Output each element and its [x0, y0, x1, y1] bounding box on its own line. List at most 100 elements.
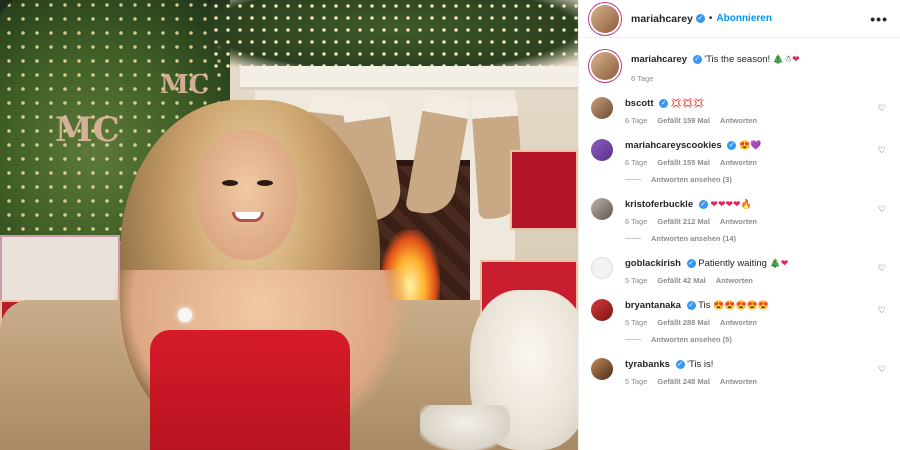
comment-item: mariahcareyscookies ✓ 😍💜 6 Tage Gefällt 1…	[591, 139, 886, 184]
comment-username[interactable]: mariahcareyscookies	[625, 140, 722, 151]
comment-likes[interactable]: Gefällt 42 Mal	[657, 276, 705, 285]
monogram-ornament: MC	[55, 110, 120, 150]
comments-panel: mariahcarey ✓ • Abonnieren ••• mariahcar…	[578, 0, 900, 450]
comment-text: Patiently waiting	[698, 258, 767, 269]
comment-time[interactable]: 5 Tage	[625, 377, 647, 386]
comment-item: bscott ✓ 💢💢💢 6 Tage Gefällt 159 Mal Antwor…	[591, 97, 886, 125]
comment-time[interactable]: 5 Tage	[625, 318, 647, 327]
comment-item: kristoferbuckle ✓ ❤❤❤❤🔥 6 Tage Gefällt 21…	[591, 198, 886, 243]
smile	[232, 212, 264, 222]
verified-badge-icon: ✓	[686, 301, 696, 310]
post-photo[interactable]: MC MC	[0, 0, 578, 450]
comment-item: goblackirish ✓ Patiently waiting 🎄❤ 5 Ta…	[591, 257, 886, 285]
comment-list: mariahcarey ✓ 'Tis the season! 🎄☃❤ 6 Tag…	[579, 52, 900, 386]
person-face	[197, 130, 297, 260]
avatar[interactable]	[591, 52, 619, 80]
mantel	[240, 66, 578, 90]
view-replies-button[interactable]: Antworten ansehen (3)	[625, 175, 886, 184]
heart-eyes-emoji-icon: 😍	[757, 300, 770, 310]
caption-username[interactable]: mariahcarey	[631, 54, 687, 65]
caption-time[interactable]: 6 Tage	[631, 74, 653, 83]
more-options-icon[interactable]: •••	[870, 11, 888, 27]
reply-button[interactable]: Antworten	[720, 158, 757, 167]
comment-username[interactable]: kristoferbuckle	[625, 199, 693, 210]
gift-box	[0, 235, 120, 305]
comment-username[interactable]: bryantanaka	[625, 300, 681, 311]
brooch	[178, 308, 192, 322]
heart-emoji-icon: ❤	[780, 258, 789, 268]
garland	[210, 0, 578, 70]
post-header: mariahcarey ✓ • Abonnieren •••	[579, 0, 900, 38]
avatar[interactable]	[591, 257, 613, 279]
avatar[interactable]	[591, 299, 613, 321]
verified-badge-icon: ✓	[692, 55, 702, 64]
heart-outline-icon[interactable]: ♡	[878, 204, 886, 215]
comment-likes[interactable]: Gefällt 212 Mal	[657, 217, 710, 226]
gift-box	[510, 150, 578, 230]
post-username[interactable]: mariahcarey	[631, 13, 693, 25]
heart-emoji-icon: ❤	[733, 199, 741, 209]
reply-button[interactable]: Antworten	[720, 377, 757, 386]
heart-emoji-icon: ❤	[717, 199, 726, 209]
eye	[222, 180, 238, 186]
comment-likes[interactable]: Gefällt 248 Mal	[657, 377, 710, 386]
comment-time[interactable]: 5 Tage	[625, 276, 647, 285]
comment-item: bryantanaka ✓ Tis 😍😍😍😍😍 5 Tage Gefällt 28…	[591, 299, 886, 344]
verified-badge-icon: ✓	[727, 141, 737, 150]
tree-emoji-icon: 🎄	[772, 54, 785, 64]
heart-outline-icon[interactable]: ♡	[878, 145, 886, 156]
caption-text: 'Tis the season!	[704, 54, 771, 65]
reply-button[interactable]: Antworten	[716, 276, 753, 285]
avatar[interactable]	[591, 358, 613, 380]
heart-outline-icon[interactable]: ♡	[878, 305, 886, 316]
comment-likes[interactable]: Gefällt 159 Mal	[657, 116, 710, 125]
comment-likes[interactable]: Gefällt 288 Mal	[657, 318, 710, 327]
verified-badge-icon: ✓	[675, 360, 685, 369]
heart-outline-icon[interactable]: ♡	[878, 263, 886, 274]
comment-username[interactable]: tyrabanks	[625, 359, 670, 370]
comment-likes[interactable]: Gefällt 155 Mal	[657, 158, 710, 167]
avatar[interactable]	[591, 198, 613, 220]
comment-item: tyrabanks ✓ 'Tis is! 5 Tage Gefällt 248 M…	[591, 358, 886, 386]
eye	[257, 180, 273, 186]
follow-button[interactable]: Abonnieren	[716, 13, 772, 24]
comment-time[interactable]: 6 Tage	[625, 158, 647, 167]
avatar[interactable]	[591, 4, 619, 33]
verified-badge-icon: ✓	[698, 200, 708, 209]
heart-eyes-emoji-icon: 😍	[713, 300, 725, 310]
anger-emoji-icon: 💢	[670, 98, 682, 108]
view-replies-button[interactable]: Antworten ansehen (5)	[625, 335, 886, 344]
avatar[interactable]	[591, 97, 613, 119]
dog	[420, 405, 510, 450]
purple-heart-emoji-icon: 💜	[750, 140, 762, 150]
separator-dot: •	[708, 13, 713, 24]
comment-username[interactable]: bscott	[625, 98, 654, 109]
avatar[interactable]	[591, 139, 613, 161]
heart-eyes-emoji-icon: 😍	[738, 140, 751, 150]
tree-emoji-icon: 🎄	[769, 258, 781, 268]
heart-outline-icon[interactable]: ♡	[878, 103, 886, 114]
verified-badge-icon: ✓	[695, 14, 705, 23]
verified-badge-icon: ✓	[659, 99, 669, 108]
heart-eyes-emoji-icon: 😍	[724, 300, 736, 310]
heart-eyes-emoji-icon: 😍	[735, 300, 747, 310]
verified-badge-icon: ✓	[686, 259, 696, 268]
reply-button[interactable]: Antworten	[720, 318, 757, 327]
view-replies-button[interactable]: Antworten ansehen (14)	[625, 234, 886, 243]
comment-username[interactable]: goblackirish	[625, 258, 681, 269]
heart-outline-icon[interactable]: ♡	[878, 364, 886, 375]
comment-time[interactable]: 6 Tage	[625, 217, 647, 226]
caption: mariahcarey ✓ 'Tis the season! 🎄☃❤ 6 Tag…	[591, 52, 886, 83]
red-dress	[150, 330, 350, 450]
heart-emoji-icon: ❤	[792, 54, 800, 64]
fire-emoji-icon: 🔥	[740, 199, 752, 209]
comment-text: Tis	[698, 300, 711, 311]
comment-time[interactable]: 6 Tage	[625, 116, 647, 125]
anger-emoji-icon: 💢	[693, 98, 705, 108]
reply-button[interactable]: Antworten	[720, 116, 757, 125]
comment-text: 'Tis is!	[687, 359, 714, 370]
heart-emoji-icon: ❤	[710, 199, 718, 209]
heart-emoji-icon: ❤	[725, 199, 734, 209]
reply-button[interactable]: Antworten	[720, 217, 757, 226]
snowman-emoji-icon: ☃	[784, 54, 793, 64]
